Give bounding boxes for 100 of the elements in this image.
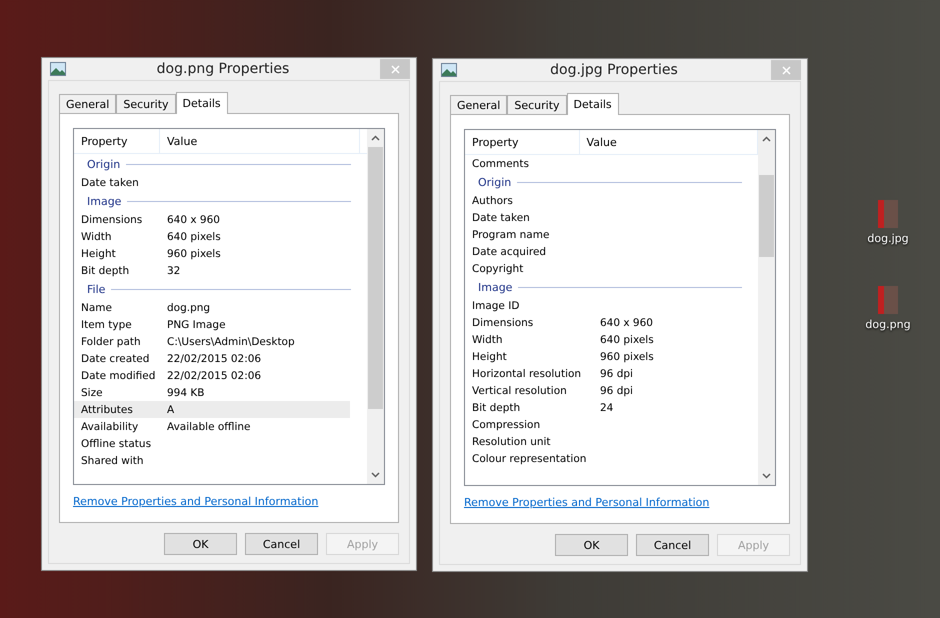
property-row[interactable]: Height 960 pixels <box>74 245 350 262</box>
dialog-button[interactable]: Cancel <box>245 533 318 555</box>
property-row[interactable]: Bit depth 32 <box>74 262 350 279</box>
property-row[interactable]: Horizontal resolution 96 dpi <box>465 365 741 382</box>
property-name: Comments <box>471 158 530 170</box>
property-value: 640 x 960 <box>599 316 654 328</box>
property-row[interactable]: Vertical resolution 96 dpi <box>465 382 741 399</box>
image-file-icon <box>441 63 457 77</box>
property-row[interactable]: Date acquired <box>465 243 741 260</box>
property-value: PNG Image <box>166 318 227 330</box>
property-row[interactable]: Date created 22/02/2015 02:06 <box>74 350 350 367</box>
property-row[interactable]: Comments <box>465 155 741 172</box>
property-value: 22/02/2015 02:06 <box>166 352 262 364</box>
window-title: dog.png Properties <box>156 61 290 77</box>
property-row[interactable]: Dimensions 640 x 960 <box>74 211 350 228</box>
dialog-button[interactable]: Cancel <box>636 534 709 556</box>
scroll-down-icon[interactable] <box>371 472 380 478</box>
desktop-icon-label[interactable]: dog.jpg <box>867 232 909 245</box>
property-row[interactable]: Size 994 KB <box>74 384 350 401</box>
property-row[interactable]: Folder path C:\Users\Admin\Desktop <box>74 333 350 350</box>
property-row[interactable]: Date taken <box>74 174 350 191</box>
dialog-button[interactable]: OK <box>164 533 237 555</box>
property-row[interactable]: Program name <box>465 226 741 243</box>
remove-properties-link[interactable]: Remove Properties and Personal Information <box>73 495 318 508</box>
window-title: dog.jpg Properties <box>549 62 679 78</box>
tab[interactable]: Security <box>116 94 176 113</box>
property-name: Availability <box>80 420 140 432</box>
property-row[interactable]: Attributes A <box>74 401 350 418</box>
property-row[interactable]: Dimensions 640 x 960 <box>465 314 741 331</box>
property-row[interactable]: Colour representation <box>465 450 741 467</box>
tab[interactable]: General <box>59 94 116 113</box>
tab[interactable]: Details <box>176 92 228 114</box>
property-name: Vertical resolution <box>471 384 568 396</box>
scroll-up-icon[interactable] <box>762 136 771 142</box>
property-value: Available offline <box>166 420 252 432</box>
tab[interactable]: General <box>450 95 508 114</box>
property-value: 960 pixels <box>166 248 222 260</box>
property-row[interactable]: Width 640 pixels <box>465 331 741 348</box>
property-value: 96 dpi <box>599 368 634 380</box>
property-value: 22/02/2015 02:06 <box>166 370 262 382</box>
property-name: Copyright <box>471 262 524 274</box>
property-row[interactable]: Shared with <box>74 452 350 469</box>
group-heading: Origin <box>87 158 120 170</box>
property-name: Image ID <box>471 300 520 312</box>
property-row[interactable]: Width 640 pixels <box>74 228 350 245</box>
property-value: 994 KB <box>166 386 206 398</box>
property-name: Dimensions <box>80 214 144 226</box>
property-row[interactable]: Resolution unit <box>465 433 741 450</box>
property-row[interactable]: Availability Available offline <box>74 418 350 435</box>
property-row[interactable]: Offline status <box>74 435 350 452</box>
column-header[interactable]: Property <box>74 129 160 153</box>
property-row[interactable]: Height 960 pixels <box>465 348 741 365</box>
column-header[interactable]: Property <box>465 130 580 154</box>
property-name: Authors <box>471 194 514 206</box>
scrollbar[interactable] <box>367 129 384 484</box>
property-name: Date taken <box>471 212 531 224</box>
property-name: Name <box>80 302 113 314</box>
property-row[interactable]: Bit depth 24 <box>465 399 741 416</box>
property-name: Date acquired <box>471 246 548 258</box>
property-row[interactable]: Image ID <box>465 297 741 314</box>
property-name: Date created <box>80 352 150 364</box>
close-button[interactable] <box>771 60 801 80</box>
scrollbar[interactable] <box>758 130 775 485</box>
property-value: A <box>166 404 176 416</box>
group-heading: File <box>87 282 106 296</box>
property-name: Date modified <box>80 370 156 382</box>
property-name: Bit depth <box>471 402 522 414</box>
property-name: Bit depth <box>80 264 130 276</box>
property-row[interactable]: Compression <box>465 416 741 433</box>
property-name: Width <box>80 230 113 242</box>
property-row[interactable]: Date taken <box>465 209 741 226</box>
dialog-button[interactable]: OK <box>555 534 628 556</box>
desktop-icon-label[interactable]: dog.png <box>865 318 911 331</box>
property-name: Horizontal resolution <box>471 368 582 380</box>
property-row[interactable]: Copyright <box>465 260 741 277</box>
property-value: 640 pixels <box>166 230 222 242</box>
property-row[interactable]: Item type PNG Image <box>74 316 350 333</box>
property-value: 32 <box>166 264 182 276</box>
scrollbar-thumb[interactable] <box>368 147 383 409</box>
scroll-up-icon[interactable] <box>371 135 380 141</box>
property-name: Size <box>80 386 104 398</box>
tab[interactable]: Security <box>507 95 567 114</box>
property-name: Colour representation <box>471 452 588 464</box>
scrollbar-thumb[interactable] <box>759 175 774 257</box>
property-name: Attributes <box>80 404 134 416</box>
tab[interactable]: Details <box>566 93 619 115</box>
property-name: Shared with <box>80 454 145 466</box>
property-row[interactable]: Authors <box>465 192 741 209</box>
image-thumbnail-icon[interactable] <box>878 286 898 314</box>
scroll-down-icon[interactable] <box>762 473 771 479</box>
property-row[interactable]: Name dog.png <box>74 299 350 316</box>
property-value: 640 pixels <box>599 334 655 346</box>
close-button[interactable] <box>380 59 410 79</box>
column-header[interactable]: Value <box>160 129 360 153</box>
image-thumbnail-icon[interactable] <box>878 200 898 228</box>
close-icon <box>782 66 790 74</box>
property-value: 960 pixels <box>599 350 655 362</box>
property-row[interactable]: Date modified 22/02/2015 02:06 <box>74 367 350 384</box>
remove-properties-link[interactable]: Remove Properties and Personal Information <box>464 496 710 509</box>
property-name: Item type <box>80 318 133 330</box>
